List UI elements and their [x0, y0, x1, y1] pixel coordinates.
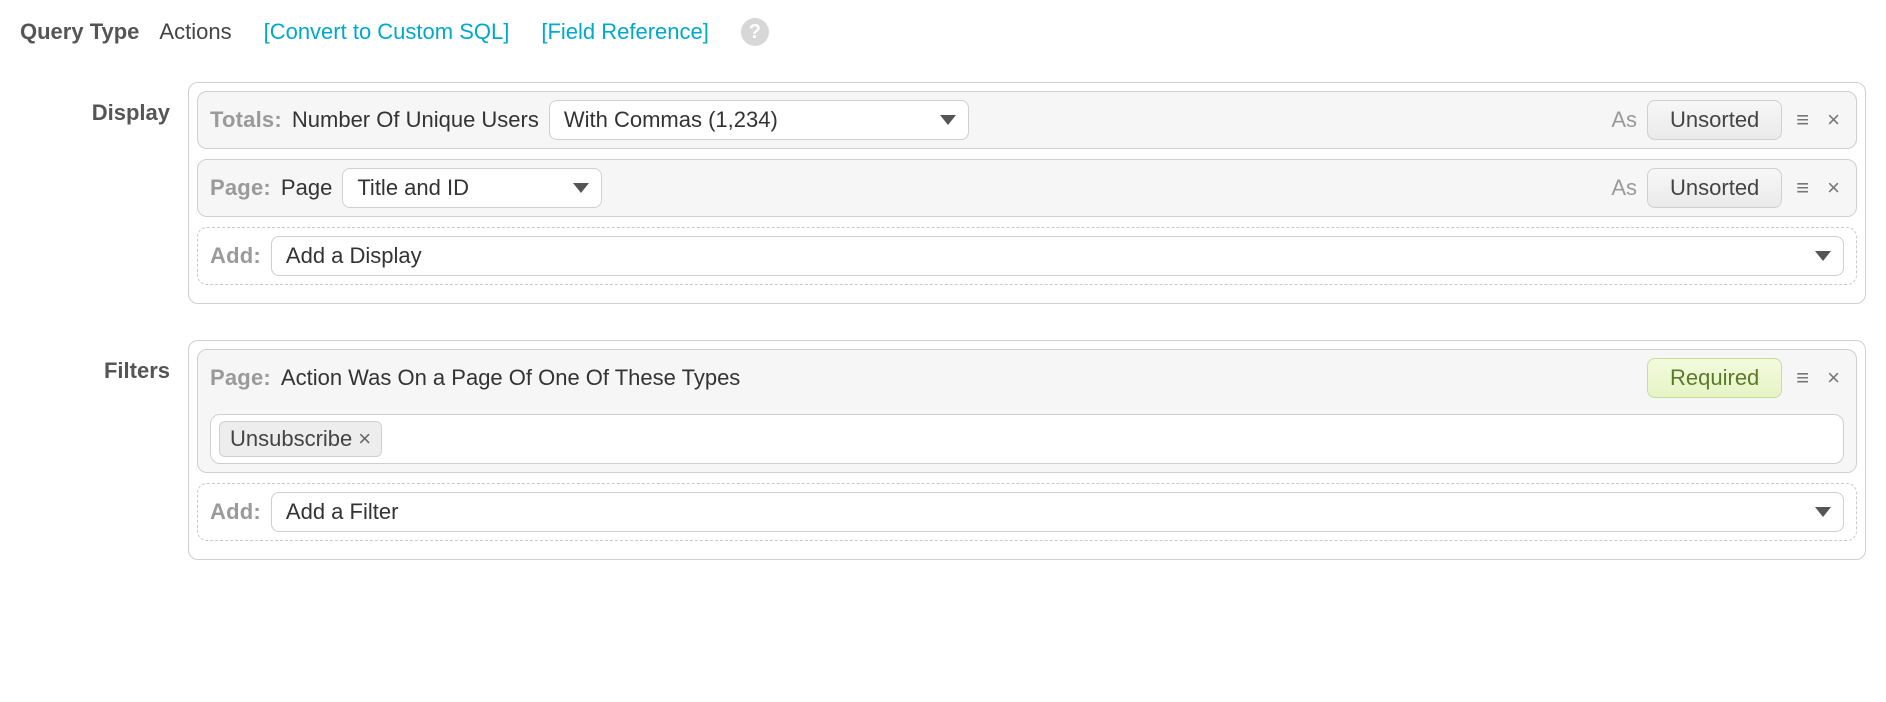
display-format-select-value: With Commas (1,234): [564, 107, 778, 133]
row-menu-icon[interactable]: [1792, 365, 1813, 391]
display-row-page: Page: Page Title and ID As Unsorted: [197, 159, 1857, 217]
add-filter-placeholder: Add a Filter: [286, 499, 399, 525]
add-filter-select[interactable]: Add a Filter: [271, 492, 1844, 532]
row-remove-icon[interactable]: [1823, 107, 1844, 133]
row-menu-icon[interactable]: [1792, 107, 1813, 133]
display-row-text: Number Of Unique Users: [292, 107, 539, 133]
display-row-prefix: Totals:: [210, 107, 282, 133]
filter-tag-label: Unsubscribe: [230, 426, 352, 452]
filters-section: Filters Page: Action Was On a Page Of On…: [20, 340, 1866, 560]
tag-remove-icon[interactable]: ×: [358, 426, 371, 452]
filter-row-text: Action Was On a Page Of One Of These Typ…: [281, 365, 740, 391]
query-type-row: Query Type Actions [Convert to Custom SQ…: [20, 18, 1866, 46]
row-menu-icon[interactable]: [1792, 175, 1813, 201]
field-reference-link[interactable]: [Field Reference]: [541, 19, 709, 45]
display-page-select-value: Title and ID: [357, 175, 469, 201]
display-row-totals: Totals: Number Of Unique Users With Comm…: [197, 91, 1857, 149]
query-type-value: Actions: [159, 19, 231, 45]
display-row-prefix: Page:: [210, 175, 271, 201]
filters-section-label: Filters: [20, 340, 188, 384]
display-section-label: Display: [20, 82, 188, 126]
chevron-down-icon: [1815, 251, 1831, 261]
row-remove-icon[interactable]: [1823, 365, 1844, 391]
sort-button[interactable]: Unsorted: [1647, 100, 1782, 140]
sort-button[interactable]: Unsorted: [1647, 168, 1782, 208]
chevron-down-icon: [573, 183, 589, 193]
add-prefix: Add:: [210, 243, 261, 269]
filter-row-prefix: Page:: [210, 365, 271, 391]
filters-panel: Page: Action Was On a Page Of One Of The…: [188, 340, 1866, 560]
display-add-row: Add: Add a Display: [197, 227, 1857, 285]
add-prefix: Add:: [210, 499, 261, 525]
display-section: Display Totals: Number Of Unique Users W…: [20, 82, 1866, 304]
as-label: As: [1611, 107, 1637, 133]
filter-add-row: Add: Add a Filter: [197, 483, 1857, 541]
chevron-down-icon: [940, 115, 956, 125]
display-format-select[interactable]: With Commas (1,234): [549, 100, 969, 140]
add-display-select[interactable]: Add a Display: [271, 236, 1844, 276]
filter-row-page-types: Page: Action Was On a Page Of One Of The…: [197, 349, 1857, 473]
add-display-placeholder: Add a Display: [286, 243, 422, 269]
display-page-select[interactable]: Title and ID: [342, 168, 602, 208]
help-icon[interactable]: ?: [741, 18, 769, 46]
filter-tag: Unsubscribe ×: [219, 421, 382, 457]
required-badge[interactable]: Required: [1647, 358, 1782, 398]
convert-to-sql-link[interactable]: [Convert to Custom SQL]: [264, 19, 510, 45]
as-label: As: [1611, 175, 1637, 201]
query-type-label: Query Type: [20, 19, 139, 45]
display-row-text: Page: [281, 175, 332, 201]
filter-tag-input[interactable]: Unsubscribe ×: [210, 414, 1844, 464]
row-remove-icon[interactable]: [1823, 175, 1844, 201]
display-panel: Totals: Number Of Unique Users With Comm…: [188, 82, 1866, 304]
chevron-down-icon: [1815, 507, 1831, 517]
